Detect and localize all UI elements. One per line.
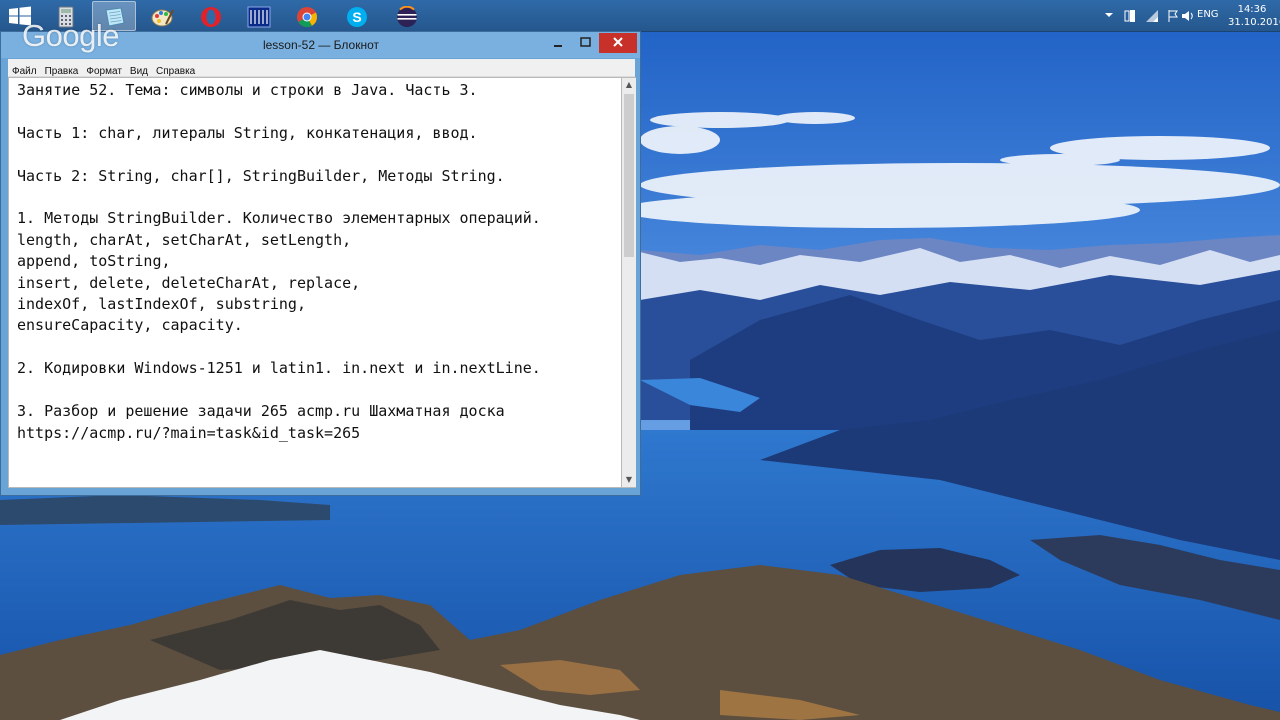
taskbar-button-notepad[interactable] [92, 1, 136, 31]
close-icon [613, 37, 623, 47]
taskbar-button-far-manager[interactable] [236, 1, 280, 31]
volume-icon[interactable] [1181, 9, 1195, 23]
text-line: length, charAt, setCharAt, setLength, [17, 230, 352, 249]
text-line: insert, delete, deleteCharAt, replace, [17, 273, 361, 292]
far-manager-icon [247, 6, 271, 28]
eclipse-icon [397, 6, 417, 27]
text-line [17, 380, 621, 401]
minimize-button[interactable] [545, 33, 571, 53]
taskbar-button-eclipse[interactable] [384, 1, 428, 31]
menu-format[interactable]: Формат [82, 63, 126, 77]
calculator-icon [58, 6, 74, 28]
taskbar-button-calculator[interactable] [44, 1, 88, 31]
text-line: append, toString, [17, 252, 171, 271]
text-line: 2. Кодировки Windows-1251 и latin1. in.n… [17, 359, 541, 378]
text-line: 3. Разбор и решение задачи 265 acmp.ru Ш… [17, 402, 505, 421]
network-icon[interactable] [1145, 9, 1159, 23]
input-language-indicator[interactable]: ENG [1197, 9, 1219, 20]
svg-text:S: S [352, 9, 361, 25]
text-line: ensureCapacity, capacity. [17, 316, 243, 335]
text-line: Часть 2: String, char[], StringBuilder, … [17, 166, 505, 185]
scroll-up-arrow-icon[interactable]: ▲ [622, 78, 636, 92]
clock-date: 31.10.2016 [1228, 17, 1280, 28]
menu-file[interactable]: Файл [8, 63, 41, 77]
system-tray: ENG 14:36 31.10.2016 [1090, 0, 1280, 32]
notepad-icon [105, 7, 125, 27]
paint-icon [151, 9, 174, 27]
maximize-icon [580, 37, 591, 47]
windows-start-icon[interactable] [8, 6, 32, 26]
taskbar-button-paint[interactable] [140, 1, 184, 31]
text-editor-area[interactable]: Занятие 52. Тема: символы и строки в Jav… [8, 77, 622, 488]
text-line [17, 144, 621, 165]
skype-icon: S [347, 7, 367, 27]
taskbar-button-opera[interactable] [188, 1, 232, 31]
text-line [17, 101, 621, 122]
text-line: https://acmp.ru/?main=task&id_task=265 [17, 423, 361, 442]
text-line: Занятие 52. Тема: символы и строки в Jav… [17, 81, 478, 99]
menu-help[interactable]: Справка [152, 63, 199, 77]
text-line: Часть 1: char, литералы String, конкатен… [17, 123, 478, 142]
taskbar: S ENG 14:36 31.10.2016 [0, 0, 1280, 32]
text-line: 1. Методы StringBuilder. Количество элем… [17, 209, 541, 228]
menu-edit[interactable]: Правка [41, 63, 83, 77]
maximize-button[interactable] [572, 33, 598, 53]
scrollbar-thumb[interactable] [624, 94, 634, 257]
scroll-down-arrow-icon[interactable]: ▼ [622, 473, 636, 487]
chrome-icon [297, 7, 318, 28]
menu-view[interactable]: Вид [126, 63, 152, 77]
taskbar-button-chrome[interactable] [284, 1, 328, 31]
clock[interactable]: 14:36 31.10.2016 [1228, 3, 1280, 29]
clock-time: 14:36 [1237, 4, 1267, 15]
minimize-icon [554, 45, 562, 47]
vertical-scrollbar[interactable]: ▲ ▼ [622, 77, 636, 488]
text-line [17, 337, 621, 358]
taskbar-button-skype[interactable]: S [334, 1, 378, 31]
close-button[interactable] [599, 33, 637, 53]
flag-icon[interactable] [1166, 9, 1180, 23]
notepad-window: lesson-52 — Блокнот Файл Правка Формат Вид С… [0, 31, 641, 496]
window-titlebar[interactable]: lesson-52 — Блокнот [1, 32, 640, 58]
window-bottom-border [1, 488, 640, 495]
text-line: indexOf, lastIndexOf, substring, [17, 295, 306, 314]
power-icon[interactable] [1123, 9, 1137, 23]
opera-icon [201, 7, 221, 27]
text-line [17, 187, 621, 208]
menu-bar: Файл Правка Формат Вид Справка [8, 59, 635, 77]
show-hidden-icons-chevron-icon[interactable] [1104, 9, 1114, 21]
